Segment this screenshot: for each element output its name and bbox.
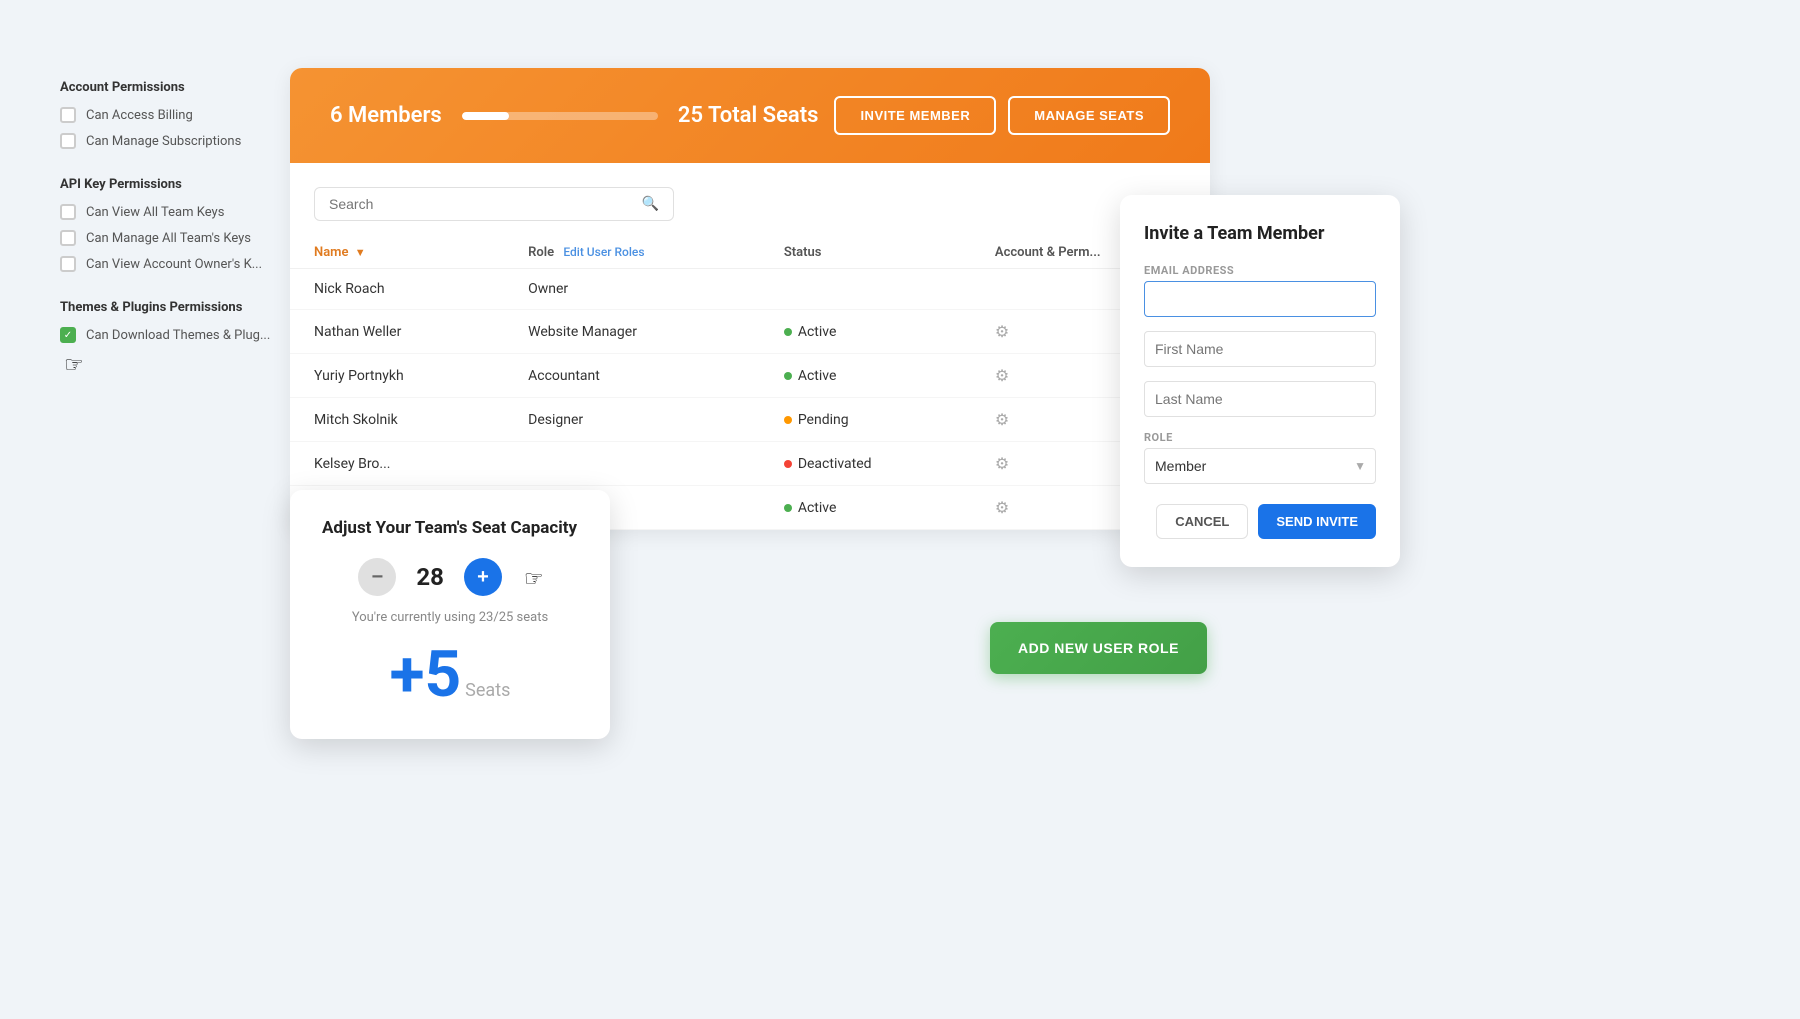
table-row: Nick RoachOwner — [290, 269, 1210, 310]
stepper-minus-button[interactable]: − — [358, 558, 396, 596]
add-new-user-role-button[interactable]: ADD NEW USER ROLE — [990, 622, 1207, 674]
status-dot-icon — [784, 328, 792, 336]
cell-status: Active — [760, 486, 971, 530]
role-field-label: ROLE — [1144, 431, 1376, 444]
search-input[interactable] — [329, 196, 634, 212]
stepper-value: 28 — [416, 563, 444, 591]
email-field-label: EMAIL ADDRESS — [1144, 264, 1376, 277]
cell-status: Active — [760, 310, 971, 354]
table-row: Kelsey Bro... Deactivated ⚙ — [290, 442, 1210, 486]
cell-role: Designer — [504, 398, 760, 442]
cell-status: Active — [760, 354, 971, 398]
invite-member-button[interactable]: INVITE MEMBER — [834, 96, 996, 135]
cell-name: Kelsey Bro... — [290, 442, 504, 486]
cell-status: Pending — [760, 398, 971, 442]
cell-name: Nick Roach — [290, 269, 504, 310]
progress-bar-fill — [462, 112, 509, 120]
seat-delta: +5 Seats — [322, 643, 578, 707]
cell-role: Website Manager — [504, 310, 760, 354]
status-dot-icon — [784, 416, 792, 424]
progress-bar-container — [462, 112, 658, 120]
status-dot-icon — [784, 372, 792, 380]
seat-delta-label: Seats — [465, 680, 510, 701]
seat-popup-title: Adjust Your Team's Seat Capacity — [322, 518, 578, 538]
stepper-row: − 28 + ☞ — [322, 558, 578, 596]
cell-role: Owner — [504, 269, 760, 310]
seat-popup: Adjust Your Team's Seat Capacity − 28 + … — [290, 490, 610, 739]
role-select[interactable]: Member Admin Owner — [1144, 448, 1376, 484]
status-dot-icon — [784, 460, 792, 468]
seat-usage-text: You're currently using 23/25 seats — [322, 610, 578, 625]
cell-name: Nathan Weller — [290, 310, 504, 354]
table-row: Nathan WellerWebsite ManagerActive ⚙ — [290, 310, 1210, 354]
search-input-wrap: 🔍 — [314, 187, 674, 221]
last-name-input[interactable] — [1144, 381, 1376, 417]
checkbox-owner-keys[interactable] — [60, 256, 76, 272]
search-bar-row: 🔍 — [290, 187, 1210, 237]
cell-status: Deactivated — [760, 442, 971, 486]
orange-header: 6 Members 25 Total Seats INVITE MEMBER M… — [290, 68, 1210, 163]
first-name-input[interactable] — [1144, 331, 1376, 367]
cell-status — [760, 269, 971, 310]
table-area: 🔍 Name ▼ Role Edit User Roles Status Acc… — [290, 163, 1210, 530]
col-name: Name ▼ — [290, 237, 504, 269]
sidebar-label-view-all-keys: Can View All Team Keys — [86, 205, 224, 220]
checkbox-subscriptions[interactable] — [60, 133, 76, 149]
send-invite-button[interactable]: SEND INVITE — [1258, 504, 1376, 539]
invite-panel-title: Invite a Team Member — [1144, 223, 1376, 244]
cell-role: Accountant — [504, 354, 760, 398]
total-seats: 25 Total Seats — [678, 103, 819, 128]
sidebar-label-subscriptions: Can Manage Subscriptions — [86, 134, 241, 149]
search-icon: 🔍 — [642, 196, 659, 212]
manage-seats-button[interactable]: MANAGE SEATS — [1008, 96, 1170, 135]
invite-panel: Invite a Team Member EMAIL ADDRESS ROLE … — [1120, 195, 1400, 567]
gear-icon[interactable]: ⚙ — [995, 410, 1009, 429]
sidebar-label-billing: Can Access Billing — [86, 108, 193, 123]
gear-icon[interactable]: ⚙ — [995, 454, 1009, 473]
sidebar-label-manage-keys: Can Manage All Team's Keys — [86, 231, 251, 246]
checkbox-view-all-keys[interactable] — [60, 204, 76, 220]
gear-icon[interactable]: ⚙ — [995, 322, 1009, 341]
cell-name: Yuriy Portnykh — [290, 354, 504, 398]
edit-user-roles-link[interactable]: Edit User Roles — [563, 245, 644, 259]
main-card: 6 Members 25 Total Seats INVITE MEMBER M… — [290, 68, 1210, 530]
header-buttons: INVITE MEMBER MANAGE SEATS — [834, 96, 1170, 135]
seat-delta-num: +5 — [390, 637, 462, 712]
cell-name: Mitch Skolnik — [290, 398, 504, 442]
role-select-wrap: Member Admin Owner ▼ — [1144, 448, 1376, 484]
checkbox-billing[interactable] — [60, 107, 76, 123]
invite-actions: CANCEL SEND INVITE — [1144, 504, 1376, 539]
cell-role — [504, 442, 760, 486]
sort-arrow-icon: ▼ — [355, 246, 366, 259]
gear-icon[interactable]: ⚙ — [995, 366, 1009, 385]
checkbox-manage-keys[interactable] — [60, 230, 76, 246]
gear-icon[interactable]: ⚙ — [995, 498, 1009, 517]
col-status: Status — [760, 237, 971, 269]
members-count: 6 Members — [330, 103, 442, 128]
cursor-hand-icon: ☞ — [524, 567, 544, 592]
email-input[interactable] — [1144, 281, 1376, 317]
col-role: Role Edit User Roles — [504, 237, 760, 269]
sidebar-label-download-themes: Can Download Themes & Plug... — [86, 328, 270, 343]
stepper-plus-button[interactable]: + — [464, 558, 502, 596]
members-table: Name ▼ Role Edit User Roles Status Accou… — [290, 237, 1210, 530]
status-dot-icon — [784, 504, 792, 512]
seats-info: 6 Members 25 Total Seats — [330, 103, 818, 128]
cancel-button[interactable]: CANCEL — [1156, 504, 1248, 539]
table-row: Yuriy PortnykhAccountantActive ⚙ — [290, 354, 1210, 398]
checkbox-download-themes[interactable]: ✓ — [60, 327, 76, 343]
sidebar-label-owner-keys: Can View Account Owner's K... — [86, 257, 262, 272]
table-row: Mitch SkolnikDesignerPending ⚙ — [290, 398, 1210, 442]
